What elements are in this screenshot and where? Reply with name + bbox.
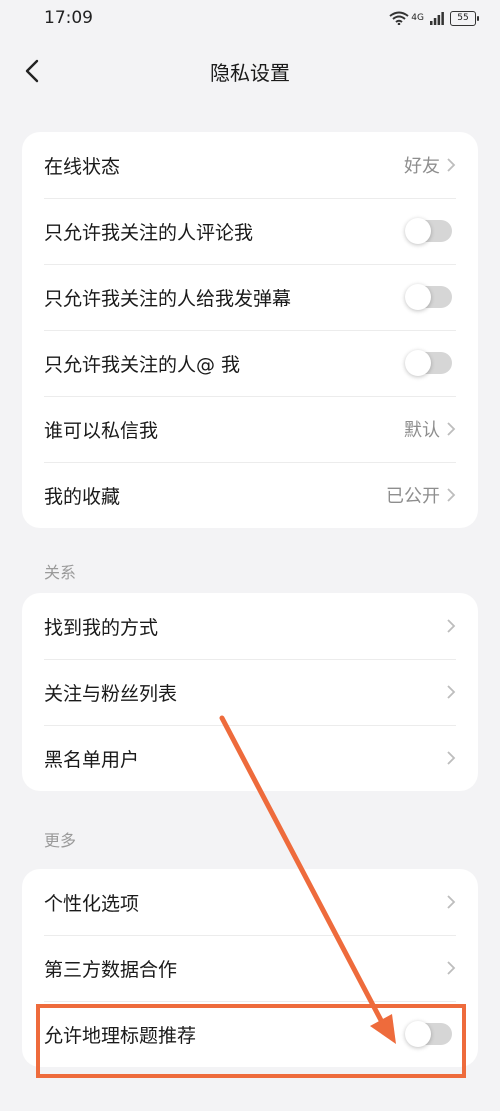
row-label: 关注与粉丝列表 [44, 682, 178, 705]
row-my-favorites[interactable]: 我的收藏 已公开 [22, 462, 478, 528]
row-mention-permission: 只允许我关注的人@ 我 [22, 330, 478, 396]
row-private-message[interactable]: 谁可以私信我 默认 [22, 396, 478, 462]
row-value: 默认 [404, 420, 440, 441]
relationship-card: 找到我的方式 关注与粉丝列表 黑名单用户 [22, 593, 478, 791]
status-time: 17:09 [44, 8, 93, 28]
toggle-knob [405, 350, 431, 376]
signal-icon [430, 12, 444, 25]
row-label: 找到我的方式 [44, 616, 159, 639]
section-title-relationship: 关系 [44, 563, 77, 582]
chevron-right-icon [447, 751, 456, 765]
chevron-right-icon [447, 895, 456, 909]
row-geo-title-recommend: 允许地理标题推荐 [22, 1001, 478, 1067]
chevron-right-icon [447, 961, 456, 975]
row-online-status[interactable]: 在线状态 好友 [22, 132, 478, 198]
row-follow-fans-list[interactable]: 关注与粉丝列表 [22, 659, 478, 725]
row-blacklist[interactable]: 黑名单用户 [22, 725, 478, 791]
comment-permission-toggle[interactable] [405, 218, 452, 244]
toggle-knob [405, 1021, 431, 1047]
row-label: 谁可以私信我 [44, 419, 159, 442]
row-label: 个性化选项 [44, 892, 140, 915]
row-third-party-data[interactable]: 第三方数据合作 [22, 935, 478, 1001]
chevron-right-icon [447, 422, 456, 436]
row-label: 我的收藏 [44, 485, 121, 508]
row-comment-permission: 只允许我关注的人评论我 [22, 198, 478, 264]
row-danmaku-permission: 只允许我关注的人给我发弹幕 [22, 264, 478, 330]
chevron-right-icon [447, 158, 456, 172]
row-label: 只允许我关注的人评论我 [44, 221, 254, 244]
mention-permission-toggle[interactable] [405, 350, 452, 376]
row-label: 黑名单用户 [44, 748, 140, 771]
nav-bar: 隐私设置 [0, 36, 500, 106]
battery-icon: 55 [450, 10, 479, 26]
privacy-settings-card: 在线状态 好友 只允许我关注的人评论我 只允许我关注的人给我发弹幕 只允许我关注… [22, 132, 478, 528]
chevron-right-icon [447, 488, 456, 502]
row-label: 只允许我关注的人给我发弹幕 [44, 287, 292, 310]
row-label: 在线状态 [44, 155, 121, 178]
row-find-me[interactable]: 找到我的方式 [22, 593, 478, 659]
danmaku-permission-toggle[interactable] [405, 284, 452, 310]
section-title-more: 更多 [44, 831, 77, 850]
row-value: 已公开 [386, 486, 440, 507]
network-type: 4G [411, 13, 424, 23]
row-value: 好友 [404, 156, 440, 177]
status-icons: 4G 55 [389, 10, 479, 26]
chevron-right-icon [447, 685, 456, 699]
more-card: 个性化选项 第三方数据合作 允许地理标题推荐 [22, 869, 478, 1067]
toggle-knob [405, 284, 431, 310]
wifi-icon [389, 11, 409, 25]
row-label: 第三方数据合作 [44, 958, 178, 981]
back-chevron-icon[interactable] [22, 58, 44, 84]
status-bar: 17:09 4G 55 [0, 0, 500, 36]
toggle-knob [405, 218, 431, 244]
row-label: 允许地理标题推荐 [44, 1024, 197, 1047]
row-personalization[interactable]: 个性化选项 [22, 869, 478, 935]
page-title: 隐私设置 [210, 60, 290, 85]
geo-title-recommend-toggle[interactable] [405, 1021, 452, 1047]
row-label: 只允许我关注的人@ 我 [44, 353, 241, 376]
chevron-right-icon [447, 619, 456, 633]
